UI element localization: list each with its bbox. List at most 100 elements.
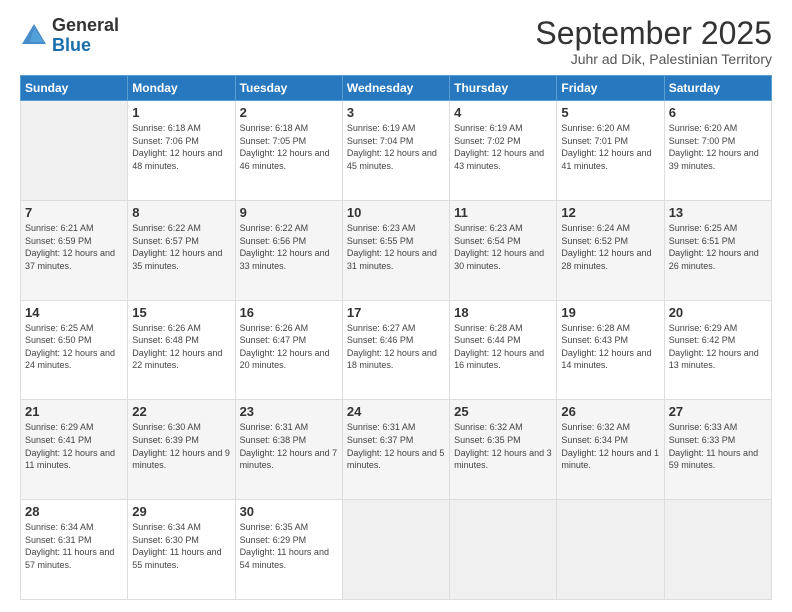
day-info: Sunrise: 6:19 AMSunset: 7:02 PMDaylight:…	[454, 122, 552, 172]
logo-icon	[20, 22, 48, 50]
day-info: Sunrise: 6:27 AMSunset: 6:46 PMDaylight:…	[347, 322, 445, 372]
calendar-cell	[342, 500, 449, 600]
calendar-cell: 5 Sunrise: 6:20 AMSunset: 7:01 PMDaylight…	[557, 101, 664, 201]
calendar-cell: 30 Sunrise: 6:35 AMSunset: 6:29 PMDayligh…	[235, 500, 342, 600]
day-number: 25	[454, 404, 552, 419]
calendar-week-row: 21Sunrise: 6:29 AMSunset: 6:41 PMDayligh…	[21, 400, 772, 500]
day-number: 24	[347, 404, 445, 419]
calendar-cell: 10 Sunrise: 6:23 AMSunset: 6:55 PMDayligh…	[342, 200, 449, 300]
calendar-cell: 12 Sunrise: 6:24 AMSunset: 6:52 PMDayligh…	[557, 200, 664, 300]
day-number: 23	[240, 404, 338, 419]
day-number: 28	[25, 504, 123, 519]
day-number: 22	[132, 404, 230, 419]
calendar-week-row: 28 Sunrise: 6:34 AMSunset: 6:31 PMDayligh…	[21, 500, 772, 600]
day-info: Sunrise: 6:22 AMSunset: 6:56 PMDaylight:…	[240, 222, 338, 272]
day-number: 18	[454, 305, 552, 320]
calendar-cell: 23 Sunrise: 6:31 AMSunset: 6:38 PMDayligh…	[235, 400, 342, 500]
calendar-cell	[664, 500, 771, 600]
day-info: Sunrise: 6:25 AMSunset: 6:51 PMDaylight:…	[669, 222, 767, 272]
calendar-cell: 28 Sunrise: 6:34 AMSunset: 6:31 PMDayligh…	[21, 500, 128, 600]
calendar-header-row: SundayMondayTuesdayWednesdayThursdayFrid…	[21, 76, 772, 101]
day-info: Sunrise: 6:23 AMSunset: 6:54 PMDaylight:…	[454, 222, 552, 272]
day-number: 17	[347, 305, 445, 320]
day-number: 26	[561, 404, 659, 419]
day-info: Sunrise: 6:21 AMSunset: 6:59 PMDaylight:…	[25, 222, 123, 272]
day-number: 16	[240, 305, 338, 320]
day-number: 4	[454, 105, 552, 120]
day-number: 8	[132, 205, 230, 220]
calendar-table: SundayMondayTuesdayWednesdayThursdayFrid…	[20, 75, 772, 600]
header: General Blue September 2025 Juhr ad Dik,…	[20, 16, 772, 67]
title-area: September 2025 Juhr ad Dik, Palestinian …	[535, 16, 772, 67]
col-header-monday: Monday	[128, 76, 235, 101]
day-info: Sunrise: 6:23 AMSunset: 6:55 PMDaylight:…	[347, 222, 445, 272]
day-number: 9	[240, 205, 338, 220]
day-info: Sunrise: 6:31 AMSunset: 6:38 PMDaylight:…	[240, 421, 338, 471]
day-info: Sunrise: 6:28 AMSunset: 6:44 PMDaylight:…	[454, 322, 552, 372]
day-info: Sunrise: 6:25 AMSunset: 6:50 PMDaylight:…	[25, 322, 123, 372]
calendar-week-row: 7 Sunrise: 6:21 AMSunset: 6:59 PMDaylight…	[21, 200, 772, 300]
day-info: Sunrise: 6:20 AMSunset: 7:01 PMDaylight:…	[561, 122, 659, 172]
day-info: Sunrise: 6:18 AMSunset: 7:06 PMDaylight:…	[132, 122, 230, 172]
calendar-cell: 3 Sunrise: 6:19 AMSunset: 7:04 PMDaylight…	[342, 101, 449, 201]
day-info: Sunrise: 6:34 AMSunset: 6:30 PMDaylight:…	[132, 521, 230, 571]
calendar-cell	[21, 101, 128, 201]
calendar-cell: 26 Sunrise: 6:32 AMSunset: 6:34 PMDayligh…	[557, 400, 664, 500]
day-info: Sunrise: 6:29 AMSunset: 6:42 PMDaylight:…	[669, 322, 767, 372]
calendar-cell: 7 Sunrise: 6:21 AMSunset: 6:59 PMDaylight…	[21, 200, 128, 300]
calendar-cell: 8 Sunrise: 6:22 AMSunset: 6:57 PMDaylight…	[128, 200, 235, 300]
day-info: Sunrise: 6:34 AMSunset: 6:31 PMDaylight:…	[25, 521, 123, 571]
day-info: Sunrise: 6:33 AMSunset: 6:33 PMDaylight:…	[669, 421, 767, 471]
calendar-cell: 25 Sunrise: 6:32 AMSunset: 6:35 PMDayligh…	[450, 400, 557, 500]
calendar-cell: 27 Sunrise: 6:33 AMSunset: 6:33 PMDayligh…	[664, 400, 771, 500]
calendar-cell: 24 Sunrise: 6:31 AMSunset: 6:37 PMDayligh…	[342, 400, 449, 500]
day-info: Sunrise: 6:28 AMSunset: 6:43 PMDaylight:…	[561, 322, 659, 372]
col-header-wednesday: Wednesday	[342, 76, 449, 101]
day-number: 19	[561, 305, 659, 320]
col-header-tuesday: Tuesday	[235, 76, 342, 101]
calendar-cell: 18 Sunrise: 6:28 AMSunset: 6:44 PMDayligh…	[450, 300, 557, 400]
day-info: Sunrise: 6:35 AMSunset: 6:29 PMDaylight:…	[240, 521, 338, 571]
day-number: 30	[240, 504, 338, 519]
day-number: 1	[132, 105, 230, 120]
calendar-cell: 6 Sunrise: 6:20 AMSunset: 7:00 PMDaylight…	[664, 101, 771, 201]
col-header-thursday: Thursday	[450, 76, 557, 101]
logo-text: General Blue	[52, 16, 119, 56]
day-info: Sunrise: 6:29 AMSunset: 6:41 PMDaylight:…	[25, 421, 123, 471]
day-number: 3	[347, 105, 445, 120]
day-info: Sunrise: 6:32 AMSunset: 6:34 PMDaylight:…	[561, 421, 659, 471]
day-info: Sunrise: 6:19 AMSunset: 7:04 PMDaylight:…	[347, 122, 445, 172]
day-number: 12	[561, 205, 659, 220]
calendar-cell: 16 Sunrise: 6:26 AMSunset: 6:47 PMDayligh…	[235, 300, 342, 400]
day-info: Sunrise: 6:20 AMSunset: 7:00 PMDaylight:…	[669, 122, 767, 172]
day-number: 10	[347, 205, 445, 220]
day-number: 2	[240, 105, 338, 120]
calendar-cell: 2Sunrise: 6:18 AMSunset: 7:05 PMDaylight…	[235, 101, 342, 201]
day-number: 5	[561, 105, 659, 120]
calendar-cell: 14 Sunrise: 6:25 AMSunset: 6:50 PMDayligh…	[21, 300, 128, 400]
day-info: Sunrise: 6:31 AMSunset: 6:37 PMDaylight:…	[347, 421, 445, 471]
day-info: Sunrise: 6:22 AMSunset: 6:57 PMDaylight:…	[132, 222, 230, 272]
logo: General Blue	[20, 16, 119, 56]
day-number: 13	[669, 205, 767, 220]
day-number: 27	[669, 404, 767, 419]
page: General Blue September 2025 Juhr ad Dik,…	[0, 0, 792, 612]
day-number: 7	[25, 205, 123, 220]
day-info: Sunrise: 6:30 AMSunset: 6:39 PMDaylight:…	[132, 421, 230, 471]
subtitle: Juhr ad Dik, Palestinian Territory	[535, 51, 772, 67]
calendar-week-row: 1 Sunrise: 6:18 AMSunset: 7:06 PMDaylight…	[21, 101, 772, 201]
month-title: September 2025	[535, 16, 772, 51]
calendar-cell: 11Sunrise: 6:23 AMSunset: 6:54 PMDayligh…	[450, 200, 557, 300]
day-info: Sunrise: 6:24 AMSunset: 6:52 PMDaylight:…	[561, 222, 659, 272]
day-info: Sunrise: 6:26 AMSunset: 6:47 PMDaylight:…	[240, 322, 338, 372]
col-header-saturday: Saturday	[664, 76, 771, 101]
calendar-cell: 4 Sunrise: 6:19 AMSunset: 7:02 PMDaylight…	[450, 101, 557, 201]
day-number: 20	[669, 305, 767, 320]
day-number: 14	[25, 305, 123, 320]
calendar-cell: 22 Sunrise: 6:30 AMSunset: 6:39 PMDayligh…	[128, 400, 235, 500]
calendar-cell: 20 Sunrise: 6:29 AMSunset: 6:42 PMDayligh…	[664, 300, 771, 400]
col-header-friday: Friday	[557, 76, 664, 101]
day-number: 6	[669, 105, 767, 120]
day-info: Sunrise: 6:32 AMSunset: 6:35 PMDaylight:…	[454, 421, 552, 471]
day-info: Sunrise: 6:26 AMSunset: 6:48 PMDaylight:…	[132, 322, 230, 372]
